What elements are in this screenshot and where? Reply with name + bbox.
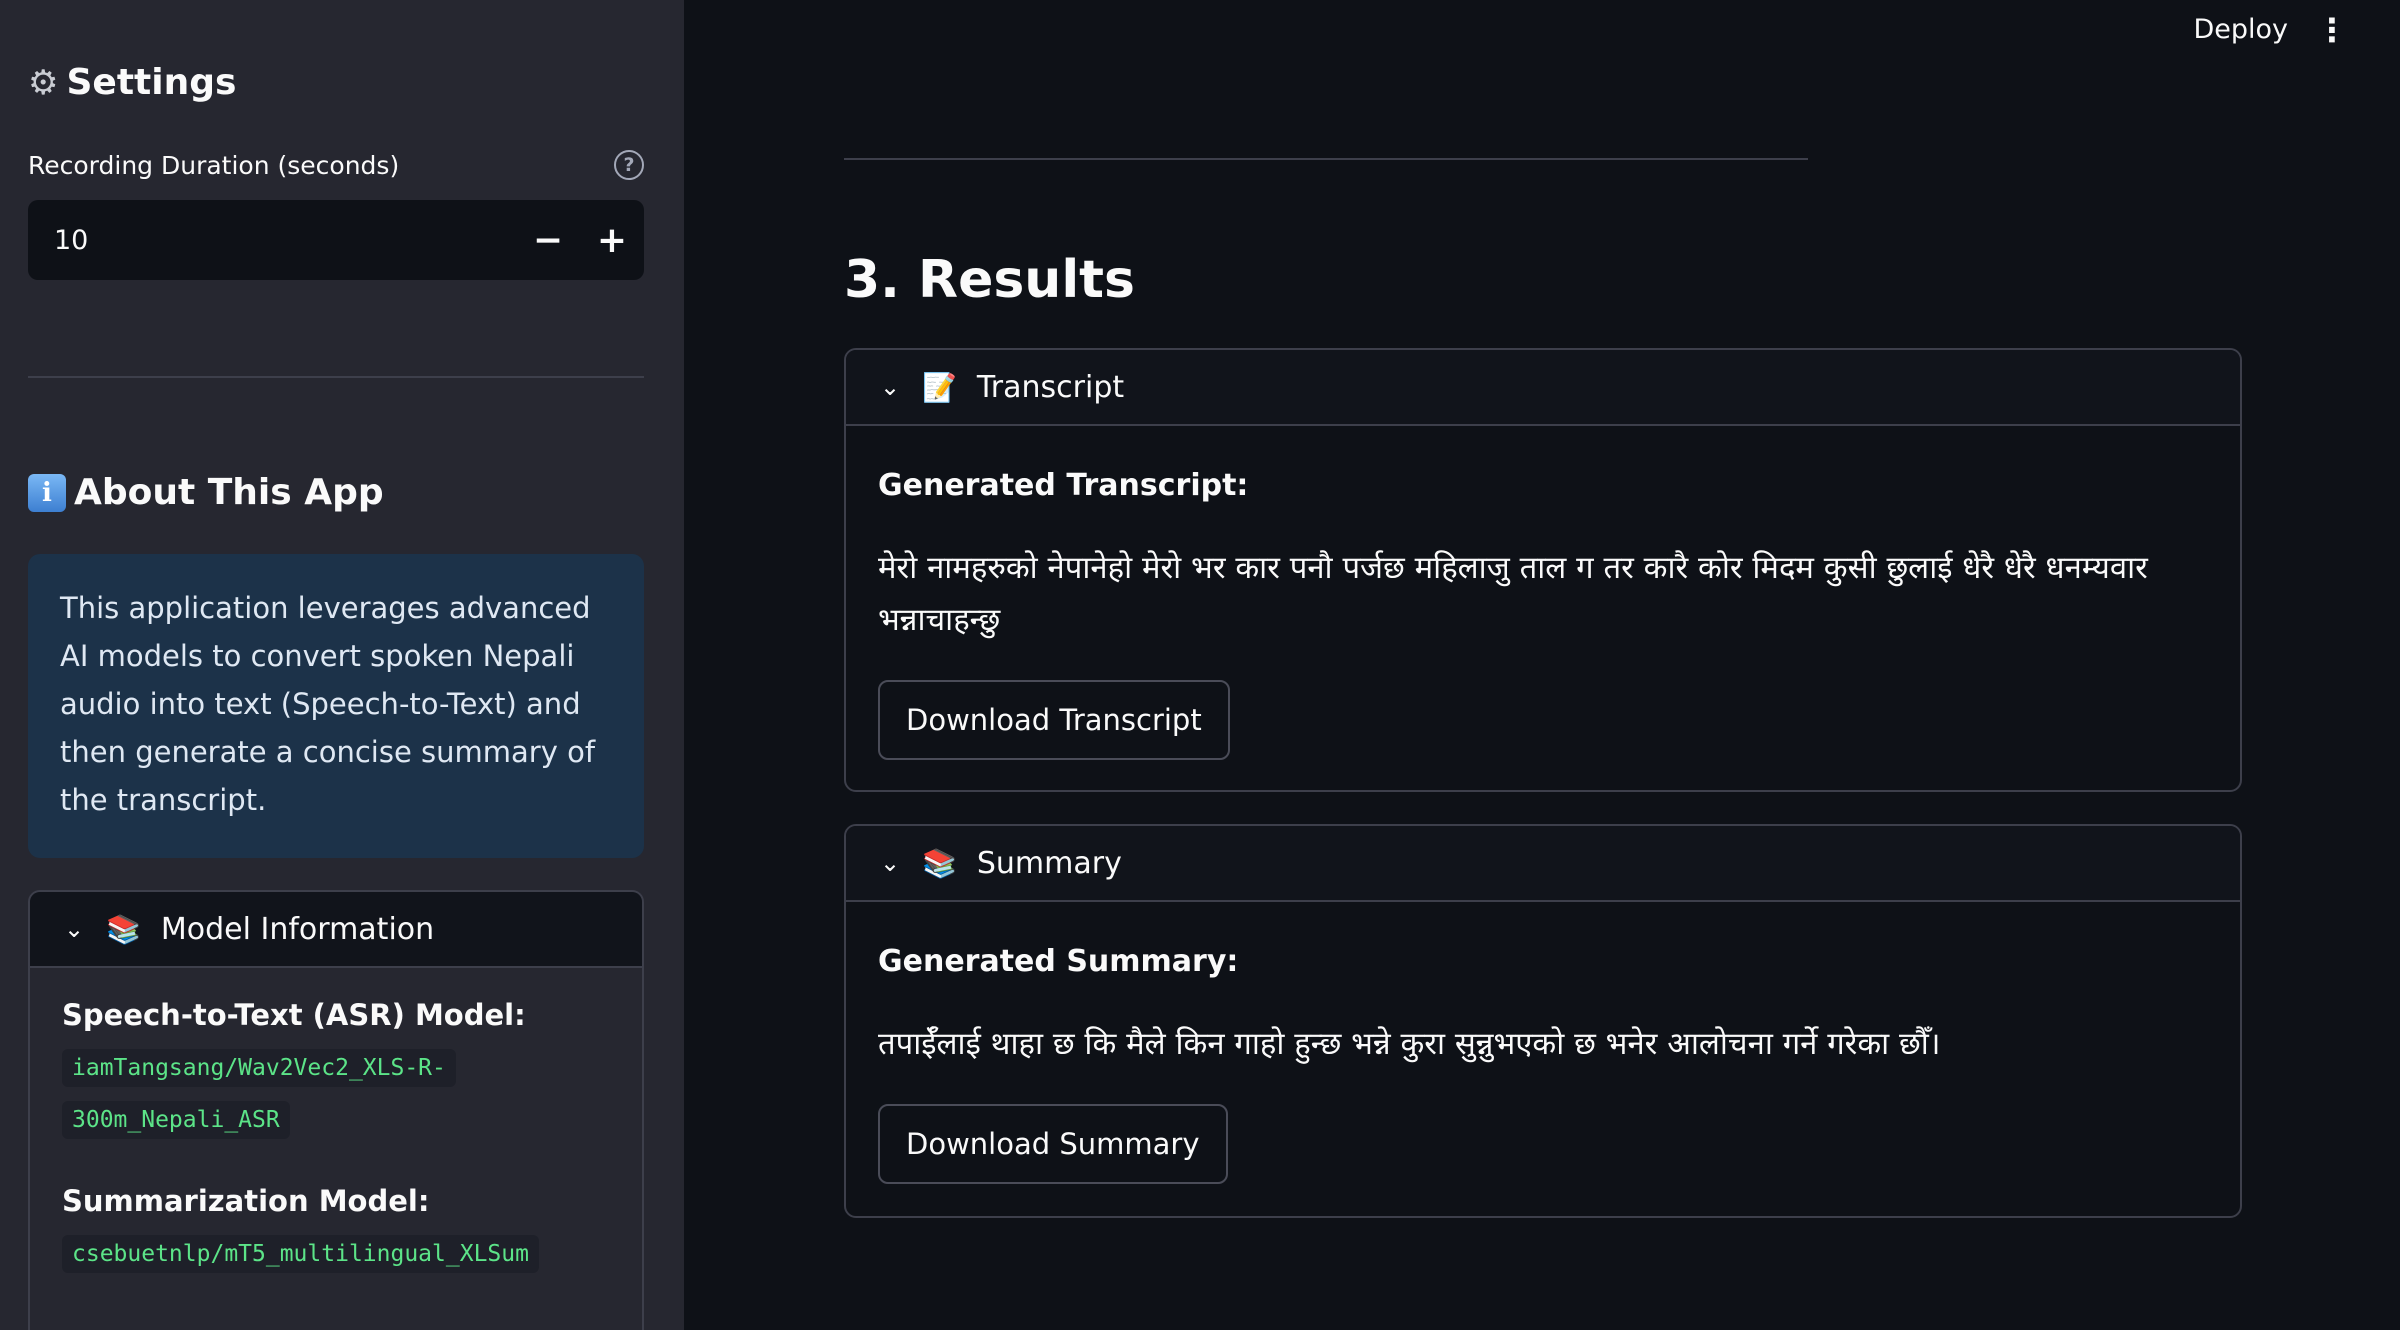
- model-info-expander-header[interactable]: ⌄ 📚 Model Information: [30, 892, 642, 968]
- model-info-expander: ⌄ 📚 Model Information Speech-to-Text (AS…: [28, 890, 644, 1330]
- increment-button[interactable]: +: [580, 200, 644, 280]
- deploy-button[interactable]: Deploy: [2193, 14, 2288, 45]
- sidebar: ⚙ Settings Recording Duration (seconds) …: [0, 0, 684, 1330]
- summary-title: Summary: [976, 845, 1122, 881]
- summarization-model-code: csebuetnlp/mT5_multilingual_XLSum: [62, 1235, 539, 1273]
- transcript-heading: Generated Transcript:: [878, 468, 1249, 503]
- download-summary-button[interactable]: Download Summary: [878, 1104, 1228, 1184]
- summary-expander-header[interactable]: ⌄ 📚 Summary: [846, 826, 2240, 902]
- duration-label-row: Recording Duration (seconds) ?: [28, 150, 644, 180]
- about-heading: i About This App: [28, 472, 384, 513]
- kebab-menu-icon[interactable]: ⋮: [2316, 12, 2348, 48]
- main-content: Deploy ⋮ 3. Results ⌄ 📝 Transcript Gener…: [684, 0, 2400, 1330]
- sidebar-divider: [28, 376, 644, 378]
- main-divider: [844, 158, 1808, 160]
- settings-title: Settings: [66, 62, 237, 103]
- asr-model-code-wrap: iamTangsang/Wav2Vec2_XLS-R-300m_Nepali_A…: [62, 1042, 602, 1146]
- summarization-model-label: Summarization Model:: [62, 1184, 430, 1218]
- duration-number-input: 10 − +: [28, 200, 644, 280]
- transcript-text: मेरो नामहरुको नेपानेहो मेरो भर कार पनौ प…: [878, 550, 2148, 638]
- chevron-down-icon: ⌄: [879, 373, 901, 401]
- summary-expander: ⌄ 📚 Summary Generated Summary: तपाईँलाई …: [844, 824, 2242, 1218]
- about-title: About This App: [74, 472, 384, 513]
- chevron-down-icon: ⌄: [879, 849, 901, 877]
- books-icon: 📚: [106, 912, 141, 946]
- help-icon[interactable]: ?: [614, 150, 644, 180]
- chevron-down-icon: ⌄: [63, 915, 85, 943]
- duration-label: Recording Duration (seconds): [28, 150, 400, 180]
- about-info-box: This application leverages advanced AI m…: [28, 554, 644, 858]
- download-transcript-button[interactable]: Download Transcript: [878, 680, 1230, 760]
- info-icon: i: [28, 473, 66, 512]
- duration-input[interactable]: 10: [28, 225, 516, 256]
- transcript-title: Transcript: [976, 369, 1125, 405]
- transcript-expander-header[interactable]: ⌄ 📝 Transcript: [846, 350, 2240, 426]
- results-heading: 3. Results: [844, 250, 1135, 310]
- gear-icon: ⚙: [28, 62, 59, 103]
- settings-heading: ⚙ Settings: [28, 62, 236, 103]
- summarization-model-code-wrap: csebuetnlp/mT5_multilingual_XLSum: [62, 1228, 602, 1280]
- summary-heading: Generated Summary:: [878, 944, 1239, 979]
- decrement-button[interactable]: −: [516, 200, 580, 280]
- asr-model-code: iamTangsang/Wav2Vec2_XLS-R-300m_Nepali_A…: [62, 1049, 456, 1139]
- asr-model-label: Speech-to-Text (ASR) Model:: [62, 998, 526, 1032]
- books-icon: 📚: [922, 846, 957, 880]
- transcript-expander: ⌄ 📝 Transcript Generated Transcript: मेर…: [844, 348, 2242, 792]
- about-text: This application leverages advanced AI m…: [60, 591, 596, 817]
- model-info-title: Model Information: [160, 911, 435, 947]
- memo-icon: 📝: [922, 370, 957, 404]
- summary-text: तपाईँलाई थाहा छ कि मैले किन गाहो हुन्छ भ…: [878, 1026, 1941, 1062]
